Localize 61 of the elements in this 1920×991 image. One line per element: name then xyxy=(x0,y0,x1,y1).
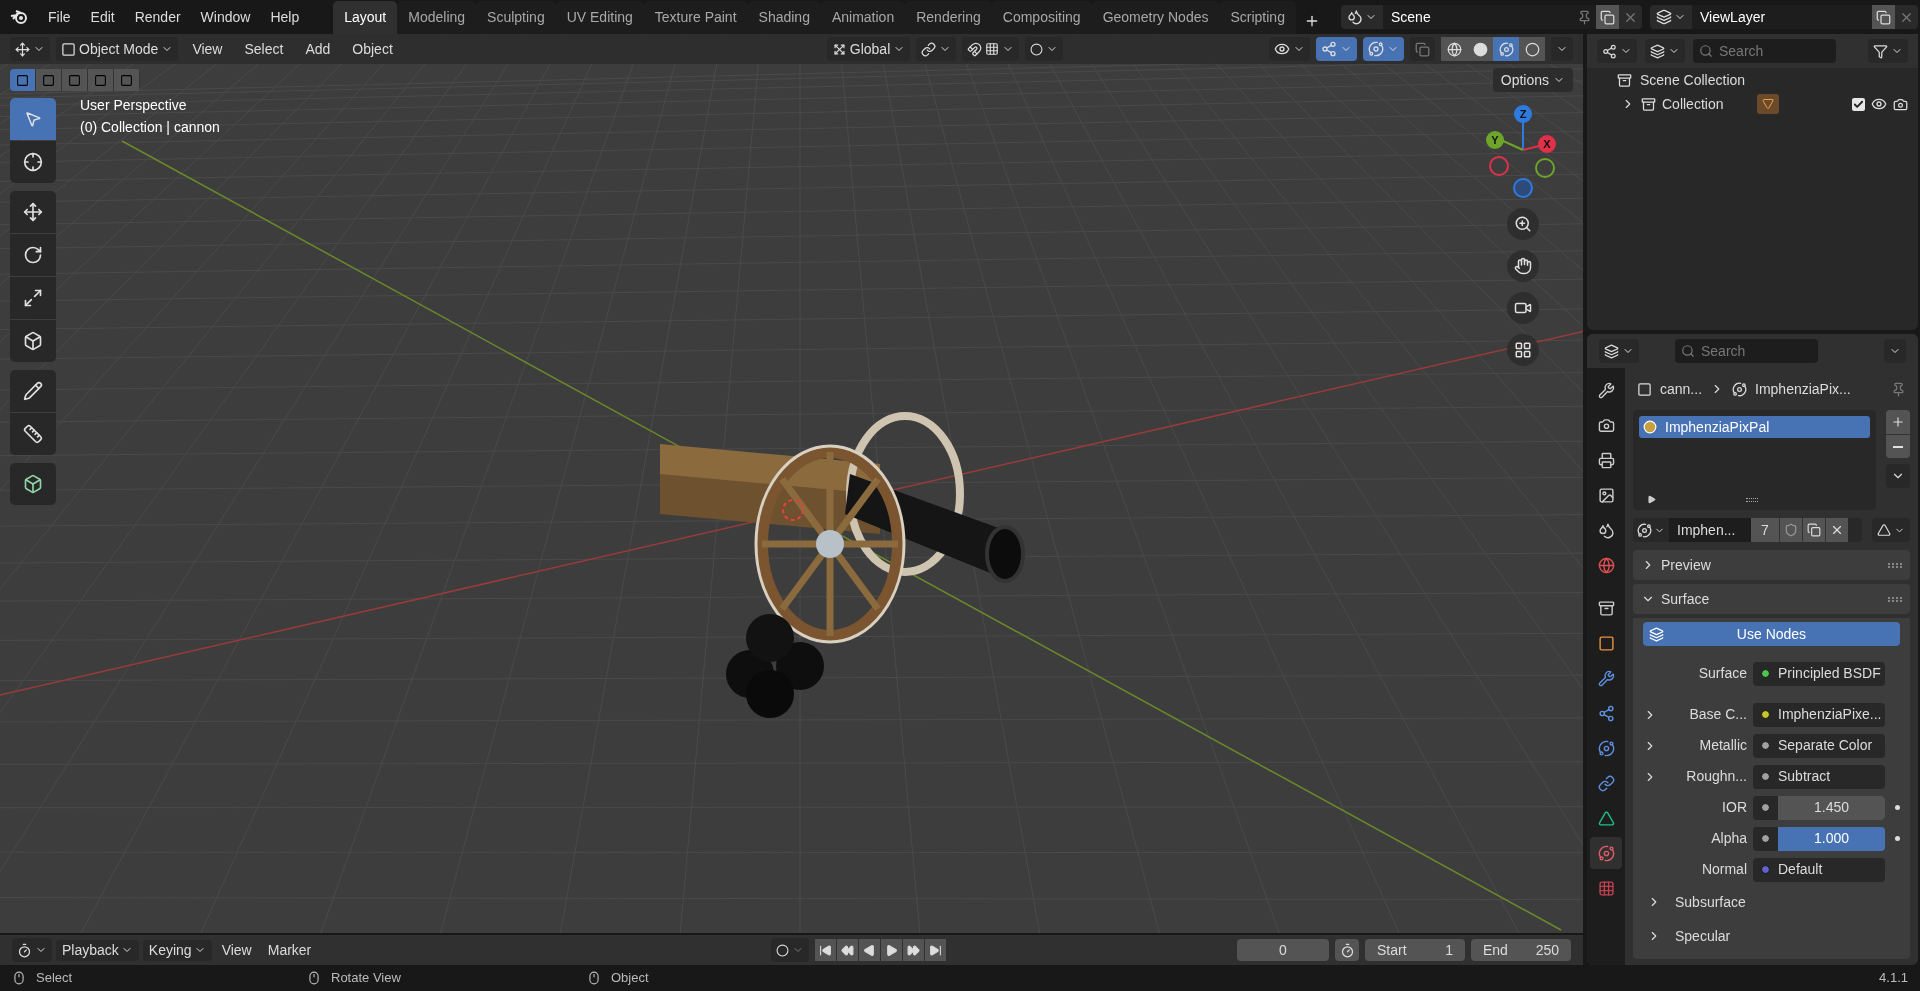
input-label: Normal xyxy=(1700,860,1747,879)
menu-item[interactable]: Object xyxy=(344,38,401,60)
view-layer-field[interactable]: ViewLayer xyxy=(1692,5,1872,29)
mode-dropdown[interactable]: Object Mode xyxy=(56,37,179,61)
input-label: Alpha xyxy=(1710,829,1747,848)
menu-item[interactable]: Marker xyxy=(261,939,318,961)
search-field[interactable]: Search xyxy=(1675,339,1818,363)
number-field[interactable]: 1.450 xyxy=(1778,795,1885,820)
menu-item[interactable]: Window xyxy=(190,6,261,28)
workspace-tab[interactable]: Modeling xyxy=(397,1,477,34)
menu-item[interactable]: Render xyxy=(124,6,191,28)
workspace-tab[interactable]: Texture Paint xyxy=(643,1,748,34)
menu-item[interactable]: View xyxy=(184,38,231,60)
input-label: Metallic xyxy=(1698,736,1747,755)
input-label: Base C... xyxy=(1688,705,1747,724)
subpanel-header[interactable]: Specular xyxy=(1643,921,1900,951)
tree-item[interactable]: Scene Collection xyxy=(1640,69,1746,91)
status-hint: Select xyxy=(36,969,73,988)
menu-item[interactable]: Edit xyxy=(80,6,125,28)
workspace-tab[interactable]: Geometry Nodes xyxy=(1091,1,1220,34)
view-context: (0) Collection | cannon xyxy=(80,118,220,137)
breadcrumb-item[interactable]: cann... xyxy=(1660,378,1703,400)
version-label: 4.1.1 xyxy=(1879,969,1908,988)
subpanel-header[interactable]: Subsurface xyxy=(1643,887,1900,917)
tree-item[interactable]: Collection xyxy=(1662,93,1724,115)
current-frame-field[interactable]: 0 xyxy=(1237,939,1329,961)
status-hint: Rotate View xyxy=(331,969,401,988)
breadcrumb-item[interactable]: ImphenziaPix... xyxy=(1755,378,1851,400)
material-name-field[interactable]: Imphen... xyxy=(1669,518,1751,542)
options-dropdown[interactable]: Options xyxy=(1492,68,1573,92)
menu-item[interactable]: Select xyxy=(236,38,292,60)
workspace-tab[interactable]: Layout xyxy=(333,1,398,34)
start-frame-field[interactable]: Start 1 xyxy=(1365,939,1465,961)
orientation-dropdown[interactable]: Global xyxy=(826,37,911,61)
status-hint: Object xyxy=(611,969,649,988)
search-field[interactable]: Search xyxy=(1693,39,1836,63)
workspace-tab[interactable]: Animation xyxy=(820,1,906,34)
input-label: Roughn... xyxy=(1685,767,1747,786)
menu-item[interactable]: View xyxy=(215,939,258,961)
input-label: Surface xyxy=(1697,664,1747,683)
menu-item[interactable]: Playback xyxy=(56,939,139,961)
menu-item[interactable]: Help xyxy=(260,6,310,28)
menu-item[interactable]: File xyxy=(38,6,81,28)
workspace-tab[interactable]: Scripting xyxy=(1219,1,1296,34)
input-label: IOR xyxy=(1721,798,1747,817)
workspace-tab[interactable]: UV Editing xyxy=(555,1,644,34)
panel-header[interactable]: Preview xyxy=(1641,554,1711,576)
slider-field[interactable]: 1.000 xyxy=(1778,826,1885,851)
workspace-tab[interactable]: Shading xyxy=(747,1,821,34)
scene-field[interactable]: Scene xyxy=(1383,5,1573,29)
end-frame-field[interactable]: End 250 xyxy=(1471,939,1571,961)
workspace-tab[interactable]: Rendering xyxy=(905,1,992,34)
panel-header[interactable]: Surface xyxy=(1641,588,1710,610)
workspace-tab[interactable]: Sculpting xyxy=(476,1,556,34)
view-title: User Perspective xyxy=(80,96,188,115)
user-count[interactable]: 7 xyxy=(1751,518,1779,542)
menu-item[interactable]: Keying xyxy=(142,939,212,961)
use-nodes-button[interactable]: Use Nodes xyxy=(1643,622,1900,646)
material-slot[interactable]: ImphenziaPixPal xyxy=(1639,416,1870,438)
menu-item[interactable]: Add xyxy=(297,38,339,60)
workspace-tab[interactable]: Compositing xyxy=(991,1,1092,34)
